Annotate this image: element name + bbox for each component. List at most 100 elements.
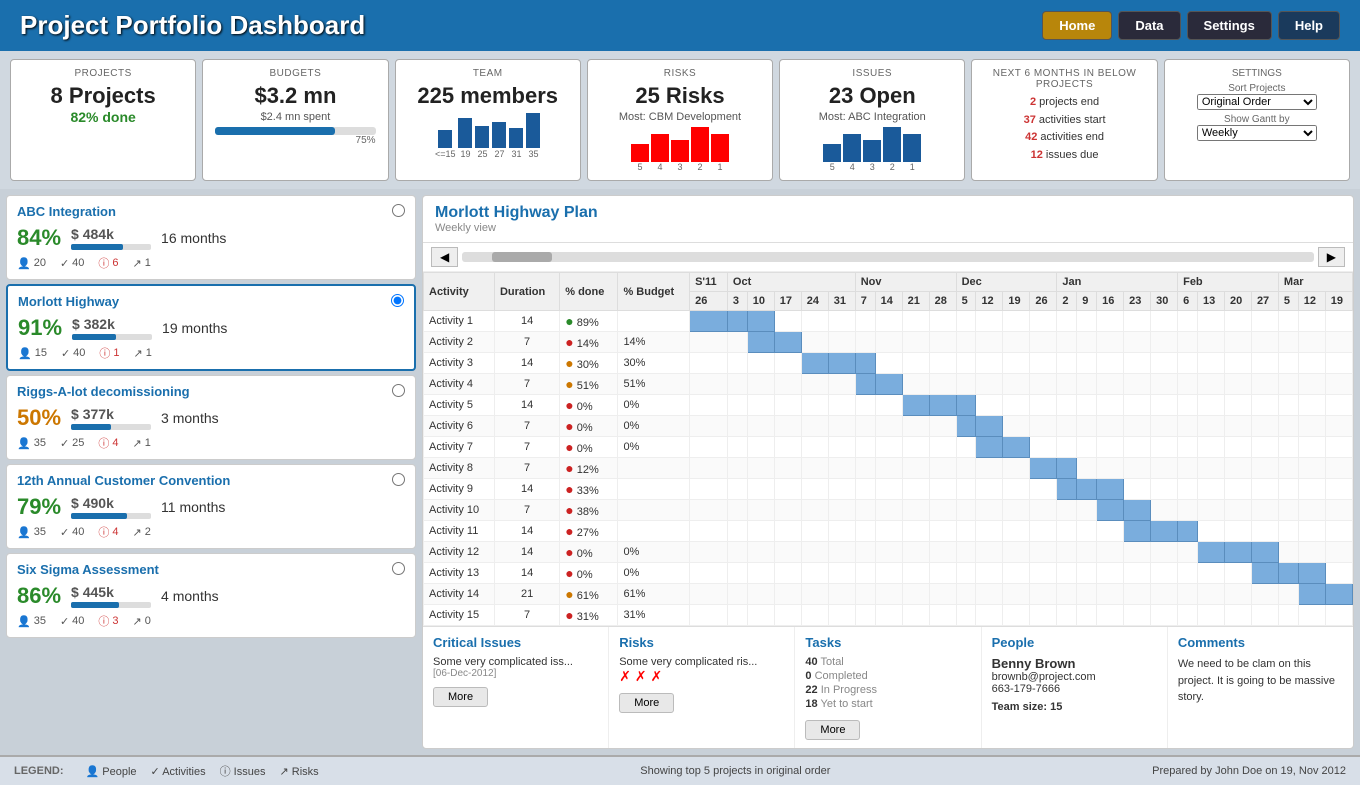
bottom-section: Critical Issues Some very complicated is… [423, 626, 1353, 748]
next6months-label: Next 6 months in below projects [984, 68, 1144, 90]
main-content: ABC Integration 84% $ 484k 16 months 👤 2… [0, 189, 1360, 755]
data-button[interactable]: Data [1118, 11, 1180, 40]
budgets-pct: 75% [215, 135, 375, 146]
risks-sub: Most: CBM Development [600, 111, 760, 123]
footer-center: Showing top 5 projects in original order [640, 765, 830, 777]
gantt-row: Activity 914● 33% [424, 479, 1353, 500]
gantt-prev-button[interactable]: ◀ [431, 247, 458, 267]
project-duration-0: 16 months [161, 230, 226, 246]
team-bar-1: <=15 [435, 130, 456, 159]
gantt-scroll-area[interactable]: Activity Duration % done % Budget S'11 O… [423, 272, 1353, 626]
project-pct-3: 79% [17, 494, 61, 520]
settings-panel-card: SETTINGS Sort Projects Original Order Na… [1164, 59, 1350, 181]
risks-panel-text: Some very complicated ris... [619, 656, 784, 668]
project-radio-0[interactable] [392, 204, 405, 217]
budgets-label: BUDGETS [215, 68, 375, 79]
project-pct-4: 86% [17, 583, 61, 609]
risks-panel: Risks Some very complicated ris... ✗ ✗ ✗… [609, 627, 795, 748]
project-card-2[interactable]: Riggs-A-lot decomissioning 50% $ 377k 3 … [6, 375, 416, 460]
header-nav: Home Data Settings Help [1042, 11, 1340, 40]
issues-value: 23 Open [792, 83, 952, 109]
budgets-bar [215, 127, 375, 135]
gantt-header: Morlott Highway Plan Weekly view [423, 196, 1353, 243]
project-duration-4: 4 months [161, 588, 219, 604]
critical-issues-title: Critical Issues [433, 635, 598, 650]
project-radio-3[interactable] [392, 473, 405, 486]
project-budget-1: $ 382k [72, 316, 152, 332]
tasks-panel: Tasks 40 Total 0 Completed 22 In Progres… [795, 627, 981, 748]
project-card-4[interactable]: Six Sigma Assessment 86% $ 445k 4 months… [6, 553, 416, 638]
project-duration-2: 3 months [161, 410, 219, 426]
gantt-body: Activity 114● 89%Activity 27● 14%14%Acti… [424, 311, 1353, 626]
project-card-1[interactable]: Morlott Highway 91% $ 382k 19 months 👤 1… [6, 284, 416, 371]
team-bars: <=15 19 25 27 31 35 [408, 113, 568, 159]
team-summary-card: TEAM 225 members <=15 19 25 27 31 35 [395, 59, 581, 181]
col-pct-budget: % Budget [618, 273, 690, 311]
comment-text: We need to be clam on this project. It i… [1178, 656, 1343, 706]
risks-panel-icons: ✗ ✗ ✗ [619, 668, 784, 685]
month-oct: Oct [727, 273, 855, 292]
footer-right: Prepared by John Doe on 19, Nov 2012 [1152, 765, 1346, 777]
gantt-row: Activity 1214● 0%0% [424, 542, 1353, 563]
project-radio-2[interactable] [392, 384, 405, 397]
show-gantt-select[interactable]: Weekly Monthly Daily [1197, 125, 1317, 141]
month-s11: S'11 [690, 273, 728, 292]
col-activity: Activity [424, 273, 495, 311]
next6months-info: 2 projects end 37 activities start 42 ac… [984, 94, 1144, 164]
gantt-row: Activity 27● 14%14% [424, 332, 1353, 353]
person-phone: 663-179-7666 [992, 683, 1157, 695]
budget-bar-2 [71, 424, 151, 430]
gantt-next-button[interactable]: ▶ [1318, 247, 1345, 267]
project-budget-0: $ 484k [71, 226, 151, 242]
budget-bar-3 [71, 513, 151, 519]
gantt-row: Activity 1314● 0%0% [424, 563, 1353, 584]
project-card-3[interactable]: 12th Annual Customer Convention 79% $ 49… [6, 464, 416, 549]
project-pct-2: 50% [17, 405, 61, 431]
project-duration-1: 19 months [162, 320, 227, 336]
person-name: Benny Brown [992, 656, 1157, 671]
gantt-row: Activity 1421● 61%61% [424, 584, 1353, 605]
project-card-0[interactable]: ABC Integration 84% $ 484k 16 months 👤 2… [6, 195, 416, 280]
tasks-panel-more-button[interactable]: More [805, 720, 860, 740]
month-mar: Mar [1278, 273, 1352, 292]
gantt-row: Activity 87● 12% [424, 458, 1353, 479]
issue-bars: 5 4 3 2 1 [792, 127, 952, 172]
gantt-row: Activity 67● 0%0% [424, 416, 1353, 437]
sort-projects-row: Sort Projects Original Order Name % Done [1177, 83, 1337, 110]
team-bar-3: 25 [475, 126, 489, 159]
settings-button[interactable]: Settings [1187, 11, 1272, 40]
gantt-row: Activity 1114● 27% [424, 521, 1353, 542]
people-panel-title: People [992, 635, 1157, 650]
gantt-row: Activity 107● 38% [424, 500, 1353, 521]
issues-summary-card: ISSUES 23 Open Most: ABC Integration 5 4… [779, 59, 965, 181]
footer: LEGEND: 👤 People ✓ Activities ⓘ Issues ↗… [0, 755, 1360, 785]
team-bar-5: 31 [509, 128, 523, 159]
project-radio-4[interactable] [392, 562, 405, 575]
team-bar-4: 27 [492, 122, 506, 159]
gantt-title: Morlott Highway Plan [435, 204, 1341, 222]
legend: LEGEND: 👤 People ✓ Activities ⓘ Issues ↗… [14, 763, 319, 779]
help-button[interactable]: Help [1278, 11, 1340, 40]
settings-panel-label: SETTINGS [1177, 68, 1337, 79]
gantt-table: Activity Duration % done % Budget S'11 O… [423, 272, 1353, 626]
comments-panel: Comments We need to be clam on this proj… [1168, 627, 1353, 748]
budget-bar-4 [71, 602, 151, 608]
project-radio-1[interactable] [391, 294, 404, 307]
budgets-sub: $2.4 mn spent [215, 111, 375, 123]
month-nov: Nov [855, 273, 956, 292]
summary-bar: PROJECTS 8 Projects 82% done BUDGETS $3.… [0, 51, 1360, 189]
project-budget-3: $ 490k [71, 495, 151, 511]
gantt-row: Activity 77● 0%0% [424, 437, 1353, 458]
home-button[interactable]: Home [1042, 11, 1112, 40]
budgets-summary-card: BUDGETS $3.2 mn $2.4 mn spent 75% [202, 59, 388, 181]
people-panel: People Benny Brown brownb@project.com 66… [982, 627, 1168, 748]
month-feb: Feb [1178, 273, 1279, 292]
critical-issues-more-button[interactable]: More [433, 687, 488, 707]
sort-projects-select[interactable]: Original Order Name % Done [1197, 94, 1317, 110]
col-pct-done: % done [560, 273, 618, 311]
project-duration-3: 11 months [161, 499, 225, 515]
next6months-card: Next 6 months in below projects 2 projec… [971, 59, 1157, 181]
gantt-scrollbar[interactable] [462, 252, 1314, 262]
risks-panel-more-button[interactable]: More [619, 693, 674, 713]
projects-summary-card: PROJECTS 8 Projects 82% done [10, 59, 196, 181]
